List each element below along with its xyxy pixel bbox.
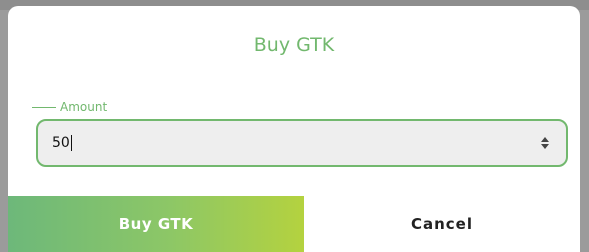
modal-overlay: Buy GTK Amount 50 Buy GTK Cancel xyxy=(0,0,589,252)
dialog-actions: Buy GTK Cancel xyxy=(8,196,580,252)
label-line-decoration xyxy=(32,106,56,108)
amount-label: Amount xyxy=(60,100,108,114)
buy-dialog: Buy GTK Amount 50 Buy GTK Cancel xyxy=(8,6,580,252)
text-caret xyxy=(70,135,72,151)
cancel-button[interactable]: Cancel xyxy=(304,196,580,252)
dialog-title: Buy GTK xyxy=(253,34,335,56)
number-stepper[interactable] xyxy=(540,133,550,153)
amount-value: 50 xyxy=(52,135,72,151)
buy-gtk-button[interactable]: Buy GTK xyxy=(8,196,304,252)
amount-label-group: Amount xyxy=(32,100,107,114)
amount-text: 50 xyxy=(52,135,70,151)
amount-input[interactable]: 50 xyxy=(36,119,568,167)
stepper-down-icon[interactable] xyxy=(541,144,549,149)
stepper-up-icon[interactable] xyxy=(541,137,549,142)
